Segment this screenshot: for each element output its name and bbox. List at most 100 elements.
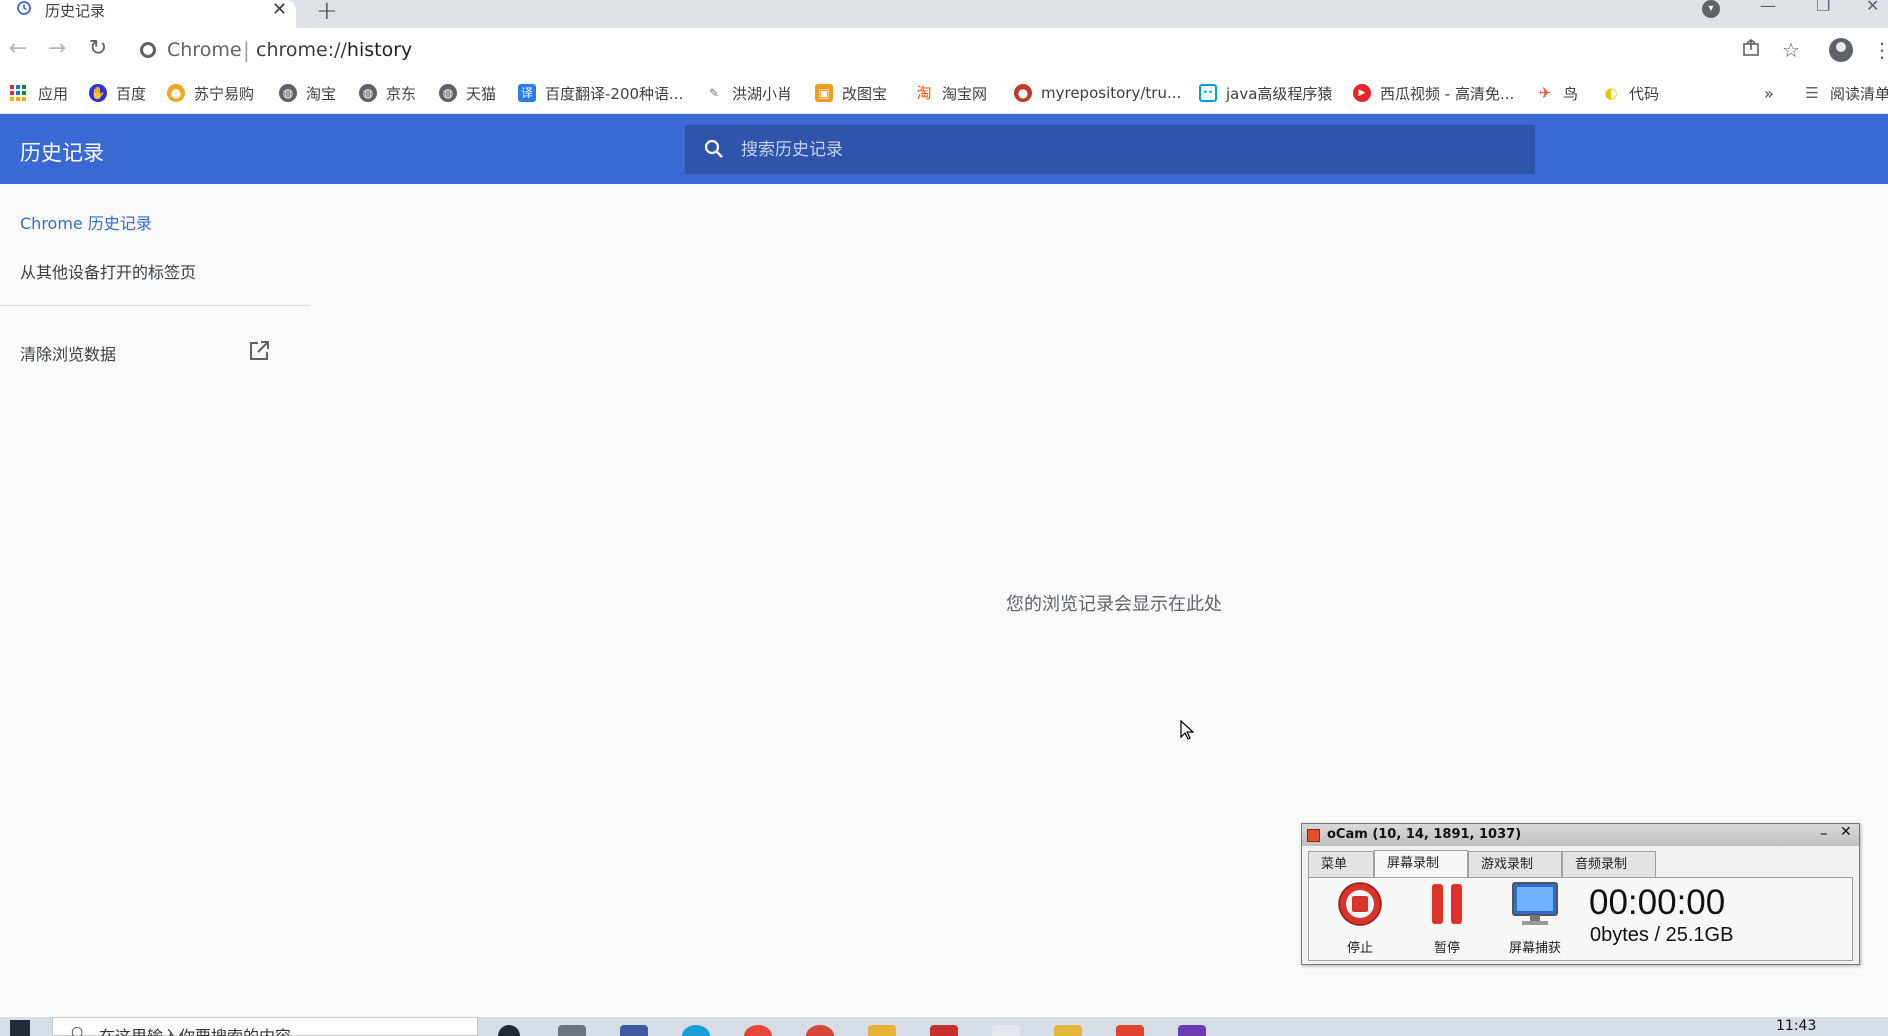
bookmark-bird[interactable]: ✈ 鸟 bbox=[1536, 82, 1578, 104]
url-path: history bbox=[346, 39, 413, 61]
tab-history[interactable]: 历史记录 ✕ bbox=[0, 0, 296, 28]
reading-list-button[interactable]: ☰ 阅读清单 bbox=[1803, 82, 1888, 104]
maximize-button[interactable]: ❐ bbox=[1816, 0, 1830, 15]
share-icon[interactable] bbox=[1741, 38, 1761, 63]
taskbar-app-icon[interactable] bbox=[806, 1025, 834, 1036]
ocam-titlebar[interactable]: oCam (10, 14, 1891, 1037) – ✕ bbox=[1302, 824, 1859, 846]
open-in-new-icon[interactable] bbox=[248, 340, 270, 362]
cortana-icon[interactable] bbox=[498, 1025, 520, 1036]
task-view-icon[interactable] bbox=[558, 1025, 586, 1036]
menu-kebab-icon[interactable]: ⋮ bbox=[1872, 38, 1888, 62]
ocam-close-button[interactable]: ✕ bbox=[1840, 824, 1852, 840]
globe-icon: ◍ bbox=[439, 84, 457, 102]
ocam-capture-button[interactable]: 屏幕捕获 bbox=[1500, 880, 1570, 956]
url-scheme: chrome:// bbox=[256, 39, 347, 61]
search-input[interactable] bbox=[741, 125, 1521, 174]
chrome-icon[interactable] bbox=[744, 1025, 772, 1036]
bookmark-gaitubao[interactable]: ▣ 改图宝 bbox=[815, 82, 887, 104]
sidebar-divider bbox=[0, 305, 310, 306]
taskbar-search-icon: ○ bbox=[71, 1024, 84, 1036]
tab-search-icon[interactable]: ▾ bbox=[1702, 0, 1720, 18]
window-close-button[interactable]: ✕ bbox=[1866, 0, 1879, 15]
ocam-logo-icon bbox=[1307, 829, 1320, 842]
reading-list-label: 阅读清单 bbox=[1830, 84, 1888, 103]
suning-icon: ● bbox=[167, 84, 185, 102]
ocam-capture-label: 屏幕捕获 bbox=[1508, 941, 1561, 956]
taskbar-clock: 11:43 bbox=[1776, 1018, 1817, 1034]
back-arrow-icon[interactable]: ← bbox=[4, 36, 32, 61]
globe-icon: ◍ bbox=[359, 84, 377, 102]
taskbar-app-icon[interactable] bbox=[1054, 1025, 1082, 1036]
taskbar-search-placeholder: 在这里输入你要搜索的内容 bbox=[99, 1023, 291, 1036]
bookmark-myrepository[interactable]: ● myrepository/tru... bbox=[1014, 82, 1181, 104]
bookmark-tmall[interactable]: ◍ 天猫 bbox=[439, 82, 496, 104]
baidu-icon: ✋ bbox=[89, 84, 107, 102]
ocam-pause-button[interactable]: 暂停 bbox=[1412, 880, 1482, 956]
address-bar[interactable]: Chrome | chrome://history bbox=[130, 32, 1770, 68]
bookmark-baidu-translate[interactable]: 译 百度翻译-200种语... bbox=[518, 82, 683, 104]
apps-icon bbox=[10, 85, 26, 101]
taskbar-search-box[interactable]: ○ 在这里输入你要搜索的内容 bbox=[52, 1017, 478, 1036]
minimize-button[interactable]: — bbox=[1760, 0, 1776, 15]
ocam-tab-menu[interactable]: 菜单 bbox=[1308, 851, 1374, 877]
bookmark-jd[interactable]: ◍ 京东 bbox=[359, 82, 416, 104]
ocam-panel: 停止 暂停 屏幕捕获 00:00:00 0bytes / 25.1GB bbox=[1308, 877, 1853, 961]
page-title: 历史记录 bbox=[20, 141, 104, 165]
sidebar-item-chrome-history[interactable]: Chrome 历史记录 bbox=[20, 210, 152, 234]
bookmark-baidu[interactable]: ✋ 百度 bbox=[89, 82, 146, 104]
bookmark-honghu[interactable]: ✎ 洪湖小肖 bbox=[705, 82, 792, 104]
ocam-title: oCam (10, 14, 1891, 1037) bbox=[1327, 827, 1522, 842]
ocam-minimize-button[interactable]: – bbox=[1820, 824, 1828, 842]
bilibili-icon: •• bbox=[1199, 84, 1217, 102]
tab-close-icon[interactable]: ✕ bbox=[272, 0, 287, 20]
ocam-tab-game-record[interactable]: 游戏录制 bbox=[1468, 851, 1562, 877]
ocam-tab-screen-record[interactable]: 屏幕录制 bbox=[1374, 850, 1468, 878]
tab-strip: 历史记录 ✕ + ▾ — ❐ ✕ bbox=[0, 0, 1888, 28]
sidebar: Chrome 历史记录 从其他设备打开的标签页 清除浏览数据 bbox=[0, 184, 310, 1004]
history-search-box[interactable] bbox=[685, 125, 1535, 174]
bookmark-star-icon[interactable]: ☆ bbox=[1782, 38, 1800, 62]
bookmark-label: 天猫 bbox=[466, 84, 497, 103]
taskbar-app-icon[interactable] bbox=[1116, 1025, 1144, 1036]
profile-avatar-icon[interactable] bbox=[1829, 38, 1853, 62]
ocam-file-size: 0bytes / 25.1GB bbox=[1590, 924, 1734, 946]
xigua-icon: ▶ bbox=[1353, 84, 1371, 102]
ocam-tab-audio-record[interactable]: 音频录制 bbox=[1562, 851, 1656, 877]
gaitubao-icon: ▣ bbox=[815, 84, 833, 102]
reload-icon[interactable]: ↻ bbox=[84, 36, 112, 61]
taskbar-app-icon[interactable] bbox=[930, 1025, 958, 1036]
history-icon bbox=[16, 0, 34, 18]
ocam-stop-button[interactable]: 停止 bbox=[1325, 880, 1395, 956]
bookmark-label: 代码 bbox=[1629, 84, 1660, 103]
taskbar-app-icon[interactable] bbox=[620, 1025, 648, 1036]
taskbar-app-icon[interactable] bbox=[992, 1025, 1020, 1036]
bookmark-label: 洪湖小肖 bbox=[732, 84, 793, 103]
repo-icon: ● bbox=[1014, 84, 1032, 102]
sidebar-item-other-devices[interactable]: 从其他设备打开的标签页 bbox=[20, 259, 196, 283]
bookmark-bilibili[interactable]: •• java高级程序猿 bbox=[1199, 82, 1332, 104]
edge-icon[interactable] bbox=[682, 1025, 710, 1036]
bookmark-label: java高级程序猿 bbox=[1226, 84, 1333, 103]
bird-icon: ✈ bbox=[1536, 84, 1554, 102]
bookmark-code[interactable]: ◐ 代码 bbox=[1602, 82, 1659, 104]
url-separator: | bbox=[243, 38, 250, 62]
toolbar: ← → ↻ Chrome | chrome://history ☆ ⋮ bbox=[0, 28, 1888, 72]
bookmark-label: 鸟 bbox=[1563, 84, 1579, 103]
windows-start-icon[interactable] bbox=[10, 1020, 30, 1036]
sidebar-item-clear-browsing-data[interactable]: 清除浏览数据 bbox=[20, 341, 116, 365]
code-icon: ◐ bbox=[1602, 84, 1620, 102]
ocam-pause-label: 暂停 bbox=[1433, 941, 1460, 956]
bookmarks-overflow-icon[interactable]: » bbox=[1764, 82, 1774, 104]
bookmark-taobaowang[interactable]: 淘 淘宝网 bbox=[915, 82, 987, 104]
forward-arrow-icon[interactable]: → bbox=[43, 36, 71, 61]
intellij-icon[interactable] bbox=[1178, 1025, 1206, 1036]
ocam-stop-label: 停止 bbox=[1346, 941, 1373, 956]
tab-title: 历史记录 bbox=[45, 2, 106, 20]
file-explorer-icon[interactable] bbox=[868, 1025, 896, 1036]
new-tab-button[interactable]: + bbox=[316, 0, 338, 26]
bookmark-suning[interactable]: ● 苏宁易购 bbox=[167, 82, 254, 104]
bookmark-xigua[interactable]: ▶ 西瓜视频 - 高清免... bbox=[1353, 82, 1514, 104]
bookmark-label: 淘宝网 bbox=[942, 84, 988, 103]
bookmark-taobao[interactable]: ◍ 淘宝 bbox=[279, 82, 336, 104]
bookmark-apps[interactable]: 应用 bbox=[10, 82, 68, 104]
